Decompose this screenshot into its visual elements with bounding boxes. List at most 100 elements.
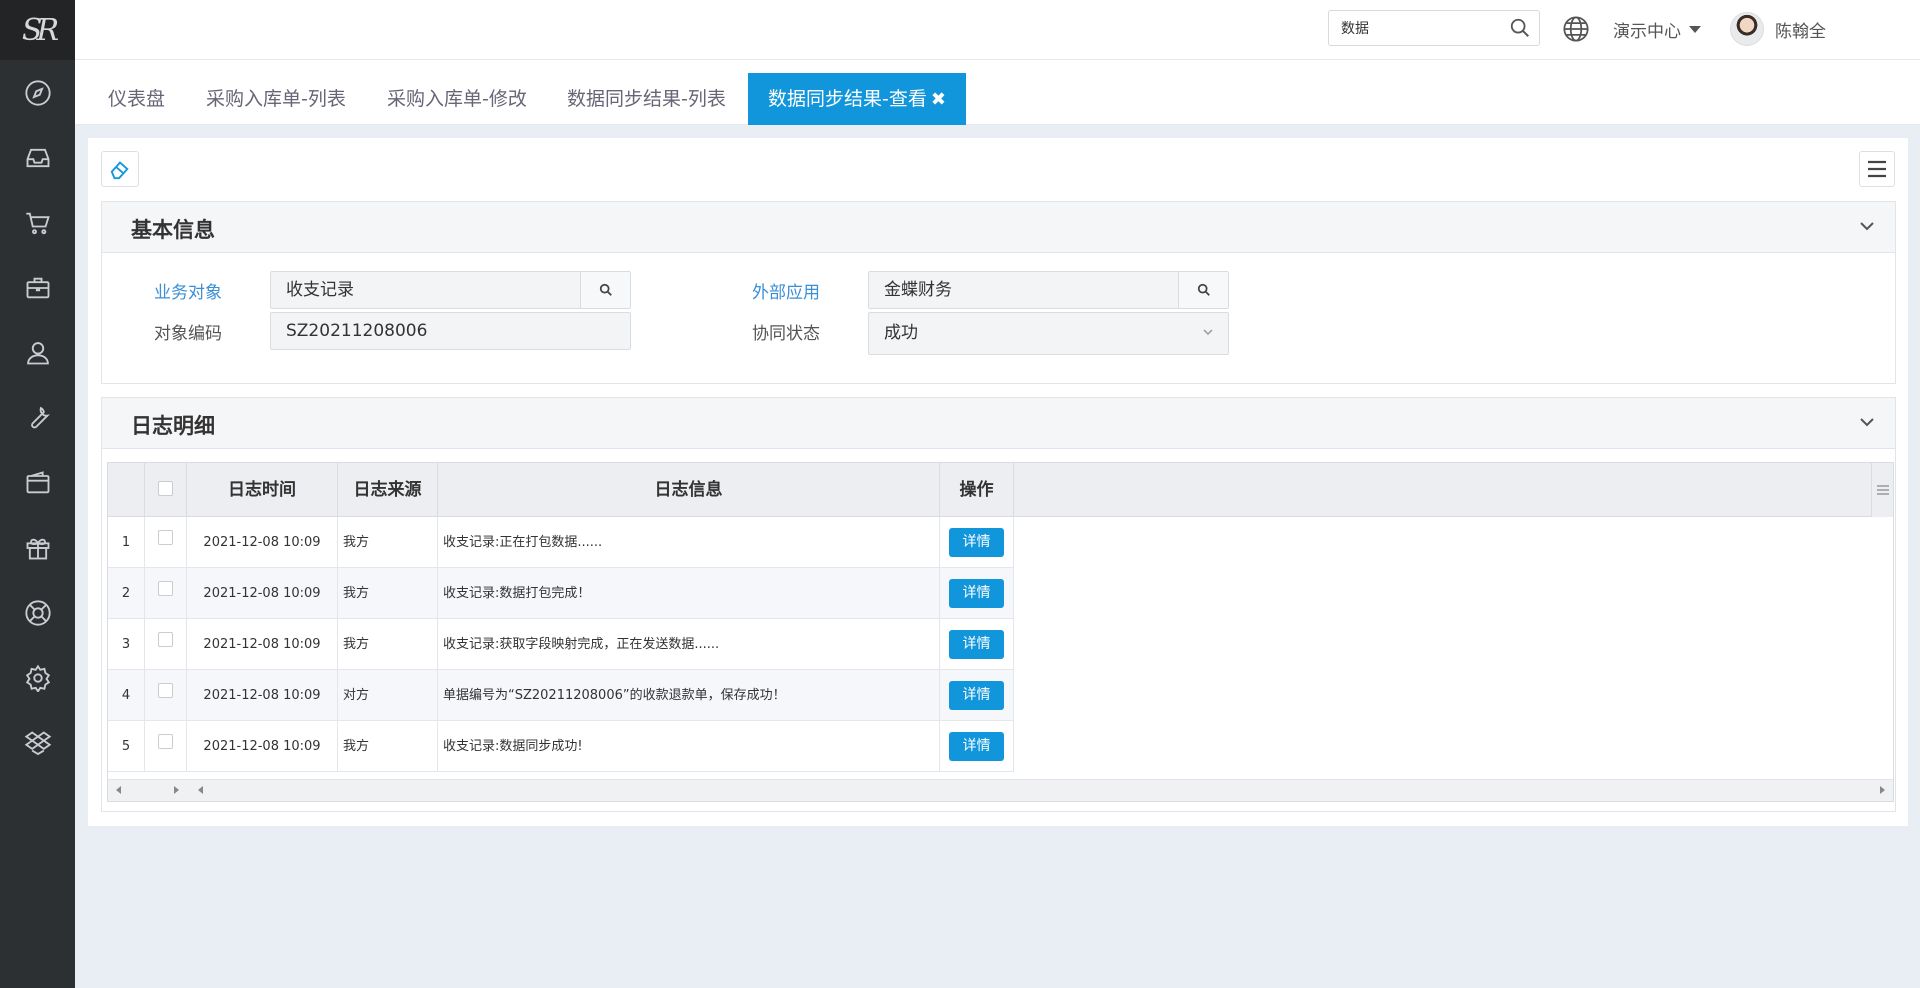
search-icon [1197, 283, 1210, 296]
table-row[interactable]: 1 2021-12-08 10:09 我方 收支记录:正在打包数据...... … [108, 517, 1014, 568]
lifebuoy-icon [24, 599, 51, 626]
col-log-source[interactable]: 日志来源 [338, 463, 438, 517]
close-icon[interactable]: ✖ [931, 89, 946, 110]
row-number: 4 [108, 670, 145, 721]
app-logo[interactable]: SR [0, 0, 75, 60]
row-number: 1 [108, 517, 145, 568]
action-cell: 详情 [940, 619, 1014, 670]
dropbox-icon [24, 730, 51, 755]
nav-inbox[interactable] [0, 125, 75, 190]
tab-sync-result-list[interactable]: 数据同步结果-列表 [549, 73, 744, 125]
wrench-icon [30, 406, 50, 428]
tab-sync-result-view[interactable]: 数据同步结果-查看 ✖ [748, 73, 966, 125]
gift-icon [26, 538, 49, 559]
caret-down-icon [1689, 26, 1701, 33]
log-time: 2021-12-08 10:09 [187, 568, 338, 619]
center-dropdown[interactable]: 演示中心 [1613, 17, 1701, 42]
business-object-label[interactable]: 业务对象 [122, 278, 222, 303]
avatar[interactable] [1730, 12, 1764, 46]
row-checkbox[interactable] [158, 530, 173, 545]
external-app-lookup[interactable] [1178, 272, 1228, 308]
nav-wrench[interactable] [0, 385, 75, 450]
nav-gift[interactable] [0, 515, 75, 580]
business-object-field[interactable]: 收支记录 [270, 271, 631, 309]
horizontal-scrollbar[interactable] [108, 779, 1893, 801]
business-object-lookup[interactable] [580, 272, 630, 308]
global-search[interactable] [1328, 10, 1540, 46]
scroll-left-icon[interactable] [116, 786, 121, 794]
log-source: 我方 [338, 517, 438, 568]
column-menu-button[interactable] [1871, 463, 1893, 517]
basic-info-section: 基本信息 业务对象 收支记录 对象编码 SZ20211208006 外部应用 金… [101, 201, 1896, 384]
section-header[interactable]: 基本信息 [102, 202, 1895, 253]
table-row[interactable]: 2 2021-12-08 10:09 我方 收支记录:数据打包完成！ 详情 [108, 568, 1014, 619]
col-action[interactable]: 操作 [940, 463, 1014, 517]
detail-button[interactable]: 详情 [949, 732, 1004, 761]
user-name[interactable]: 陈翰全 [1775, 17, 1826, 42]
hamburger-icon [1868, 160, 1886, 178]
nav-wallet[interactable] [0, 450, 75, 515]
chevron-down-icon[interactable] [1859, 218, 1875, 234]
eraser-button[interactable] [101, 151, 139, 187]
log-source: 我方 [338, 721, 438, 772]
sync-status-select[interactable]: 成功 [868, 312, 1229, 355]
scroll-right-icon[interactable] [1880, 786, 1885, 794]
row-checkbox[interactable] [158, 734, 173, 749]
nav-cart[interactable] [0, 190, 75, 255]
log-table: 日志时间 日志来源 日志信息 操作 1 2021-12-08 10:09 我方 … [107, 462, 1894, 802]
detail-button[interactable]: 详情 [949, 528, 1004, 557]
inbox-icon [26, 148, 49, 167]
row-number: 2 [108, 568, 145, 619]
sidebar: SR [0, 0, 75, 988]
log-time: 2021-12-08 10:09 [187, 517, 338, 568]
action-cell: 详情 [940, 721, 1014, 772]
section-header[interactable]: 日志明细 [102, 398, 1895, 449]
row-checkbox[interactable] [158, 632, 173, 647]
log-time: 2021-12-08 10:09 [187, 721, 338, 772]
object-code-label: 对象编码 [154, 324, 222, 344]
table-row[interactable]: 5 2021-12-08 10:09 我方 收支记录:数据同步成功! 详情 [108, 721, 1014, 772]
table-row[interactable]: 3 2021-12-08 10:09 我方 收支记录:获取字段映射完成，正在发送… [108, 619, 1014, 670]
center-label: 演示中心 [1613, 22, 1681, 42]
row-number-header [108, 463, 145, 517]
table-row[interactable]: 4 2021-12-08 10:09 对方 单据编号为“SZ2021120800… [108, 670, 1014, 721]
row-select-cell [145, 517, 187, 568]
log-message: 收支记录:数据打包完成！ [438, 568, 940, 619]
detail-button[interactable]: 详情 [949, 681, 1004, 710]
col-log-time[interactable]: 日志时间 [187, 463, 338, 517]
scroll-left-icon[interactable] [198, 786, 203, 794]
tab-dashboard[interactable]: 仪表盘 [90, 73, 183, 125]
select-all-header [145, 463, 187, 517]
search-icon[interactable] [1509, 17, 1531, 39]
table-header: 日志时间 日志来源 日志信息 操作 [108, 463, 1893, 517]
nav-dropbox[interactable] [0, 710, 75, 775]
row-checkbox[interactable] [158, 581, 173, 596]
row-checkbox[interactable] [158, 683, 173, 698]
col-log-message[interactable]: 日志信息 [438, 463, 940, 517]
external-app-label[interactable]: 外部应用 [720, 278, 820, 303]
more-menu-button[interactable] [1859, 151, 1895, 187]
external-app-field[interactable]: 金蝶财务 [868, 271, 1229, 309]
detail-button[interactable]: 详情 [949, 630, 1004, 659]
log-source: 我方 [338, 568, 438, 619]
log-time: 2021-12-08 10:09 [187, 619, 338, 670]
tab-purchase-edit[interactable]: 采购入库单-修改 [369, 73, 545, 125]
nav-user[interactable] [0, 320, 75, 385]
scroll-right-icon[interactable] [174, 786, 179, 794]
object-code-field[interactable]: SZ20211208006 [270, 312, 631, 350]
briefcase-icon [26, 277, 49, 298]
detail-button[interactable]: 详情 [949, 579, 1004, 608]
hamburger-icon [1876, 485, 1889, 495]
select-all-checkbox[interactable] [158, 481, 173, 496]
search-input[interactable] [1329, 11, 1499, 45]
nav-compass[interactable] [0, 60, 75, 125]
action-cell: 详情 [940, 517, 1014, 568]
tab-purchase-list[interactable]: 采购入库单-列表 [188, 73, 364, 125]
chevron-down-icon[interactable] [1859, 414, 1875, 430]
nav-lifebuoy[interactable] [0, 580, 75, 645]
nav-settings[interactable] [0, 645, 75, 710]
globe-icon[interactable] [1562, 15, 1590, 43]
nav-briefcase[interactable] [0, 255, 75, 320]
eraser-icon [110, 161, 129, 180]
section-title: 基本信息 [131, 218, 215, 242]
